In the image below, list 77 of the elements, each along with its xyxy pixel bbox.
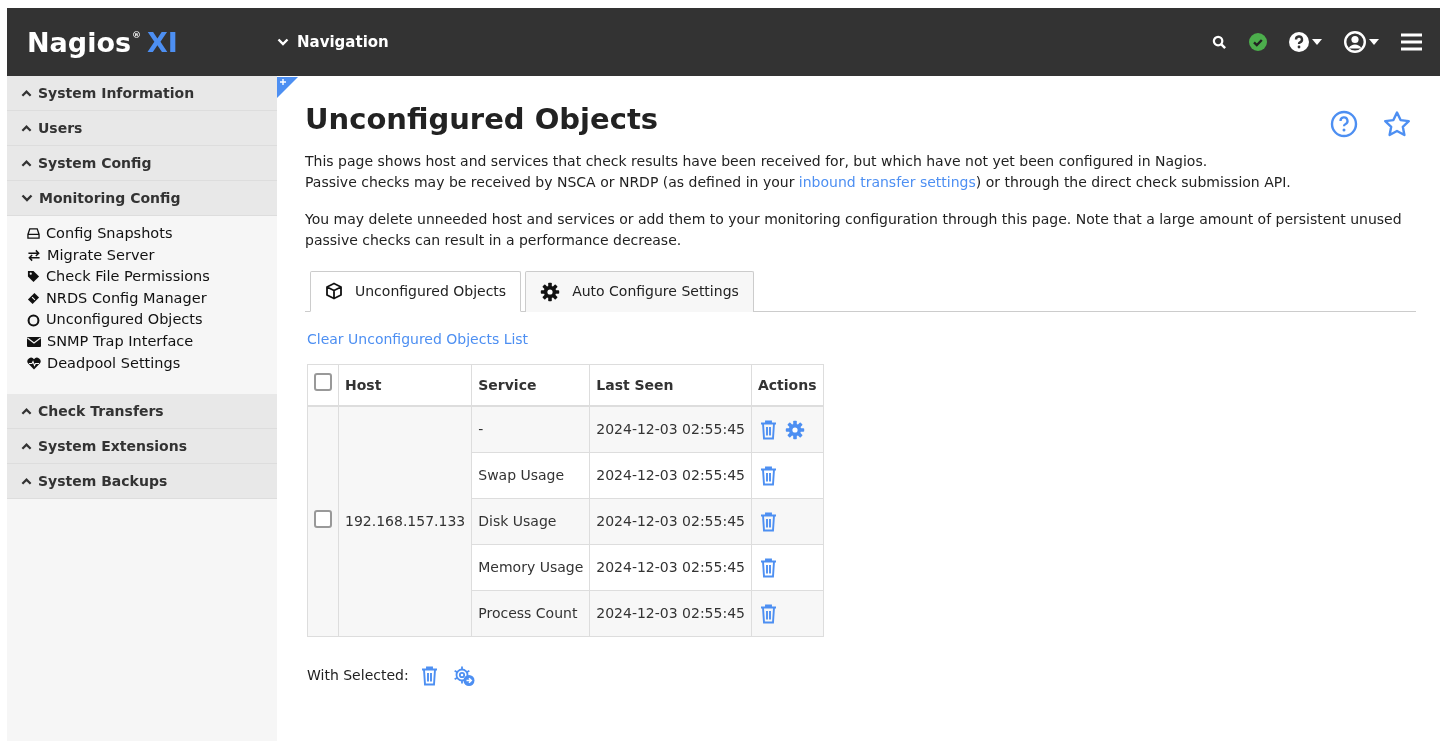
sidebar-section-header[interactable]: System Backups bbox=[7, 464, 277, 500]
ticket-icon bbox=[27, 292, 40, 306]
chevron-up-icon bbox=[21, 87, 32, 99]
tag-icon bbox=[27, 270, 40, 284]
sidebar-section-header[interactable]: System Information bbox=[7, 76, 277, 111]
sidebar-item[interactable]: NRDS Config Manager bbox=[27, 287, 277, 310]
caret-icon bbox=[1369, 39, 1379, 45]
sidebar-section-header[interactable]: Check Transfers bbox=[7, 394, 277, 430]
sidebar-section-header[interactable]: System Config bbox=[7, 146, 277, 181]
table-cell: Process Count bbox=[471, 590, 590, 637]
trash-icon bbox=[759, 420, 777, 441]
description-text: Passive checks may be received by NSCA or NRDP (as defined in your inbound transfer settings) or through the direct check submission API. bbox=[305, 172, 1292, 192]
chevron-up-icon bbox=[21, 157, 32, 169]
row-checkbox[interactable] bbox=[314, 509, 332, 528]
check-circle-icon[interactable] bbox=[1249, 33, 1267, 51]
description-text: This page shows host and services that check results have been received for, but which have not yet been configured in Nagios. bbox=[305, 151, 1209, 171]
sidebar-item[interactable]: Unconfigured Objects bbox=[27, 309, 277, 331]
envelope-icon bbox=[27, 335, 41, 348]
sidebar-section-header[interactable]: Monitoring Config bbox=[7, 181, 277, 216]
trash-icon bbox=[759, 465, 777, 486]
table-cell: 2024-12-03 02:55:45 bbox=[589, 406, 752, 453]
sidebar-section-header[interactable]: Users bbox=[7, 111, 277, 146]
note-text: You may delete unneeded host and services or add them to your monitoring configuration through this page. Note that a large amount of persistent unused passive checks can result in a performance decrease. bbox=[305, 209, 1403, 250]
chevron-down-icon bbox=[21, 192, 33, 204]
search-icon bbox=[1212, 34, 1227, 50]
table-cell: Disk Usage bbox=[471, 498, 590, 545]
gear-icon bbox=[540, 281, 561, 302]
chevron-up-icon bbox=[21, 440, 32, 452]
navigation-toggle[interactable]: Navigation bbox=[277, 30, 389, 54]
table-cell: 2024-12-03 02:55:45 bbox=[589, 544, 752, 591]
registered-mark: ® bbox=[132, 30, 142, 40]
tab[interactable]: Unconfigured Objects bbox=[310, 270, 522, 312]
table-cell: 192.168.157.133 bbox=[338, 406, 472, 637]
page-title: Unconfigured Objects bbox=[305, 102, 658, 137]
trash-icon bbox=[759, 603, 777, 624]
gear-icon bbox=[784, 420, 805, 441]
table-cell: Memory Usage bbox=[471, 544, 590, 591]
sidebar-section-header[interactable]: System Extensions bbox=[7, 429, 277, 465]
trash-icon bbox=[759, 557, 777, 578]
sidebar-item[interactable]: Config Snapshots bbox=[27, 223, 277, 245]
user-menu-button[interactable] bbox=[1344, 31, 1379, 53]
chevron-up-icon bbox=[21, 122, 32, 134]
table-cell: Swap Usage bbox=[471, 452, 590, 499]
table-cell: 2024-12-03 02:55:45 bbox=[589, 590, 752, 637]
chevron-up-icon bbox=[21, 475, 32, 487]
help-icon[interactable] bbox=[1330, 110, 1358, 139]
gear-arrow-icon bbox=[451, 664, 476, 687]
logo-suffix: XI bbox=[147, 28, 178, 56]
chevron-down-icon bbox=[277, 36, 289, 48]
select-all-checkbox[interactable] bbox=[314, 373, 332, 392]
add-corner-icon[interactable] bbox=[277, 76, 298, 98]
circle-icon bbox=[27, 313, 40, 327]
sidebar-item[interactable]: Deadpool Settings bbox=[27, 352, 277, 375]
swap-arrows-icon bbox=[27, 248, 41, 262]
table-cell: 2024-12-03 02:55:45 bbox=[589, 452, 752, 499]
help-icon bbox=[1289, 32, 1309, 52]
menu-icon bbox=[1401, 33, 1422, 51]
sidebar-item[interactable]: Migrate Server bbox=[27, 244, 277, 267]
star-icon[interactable] bbox=[1382, 110, 1412, 139]
tab[interactable]: Auto Configure Settings bbox=[525, 270, 754, 312]
table-cell: - bbox=[471, 406, 590, 453]
logo-text: Nagios bbox=[27, 28, 132, 56]
caret-icon bbox=[1312, 39, 1322, 45]
search-button[interactable] bbox=[1212, 34, 1227, 50]
chevron-up-icon bbox=[21, 405, 32, 417]
help-menu-button[interactable] bbox=[1289, 32, 1322, 52]
trash-icon bbox=[759, 511, 777, 532]
sidebar-item[interactable]: SNMP Trap Interface bbox=[27, 330, 277, 353]
trash-icon bbox=[420, 666, 438, 687]
table-cell: 2024-12-03 02:55:45 bbox=[589, 498, 752, 545]
heartbeat-icon bbox=[27, 356, 41, 370]
drive-icon bbox=[27, 227, 40, 241]
sidebar-item[interactable]: Check File Permissions bbox=[27, 266, 277, 288]
menu-button[interactable] bbox=[1401, 33, 1422, 51]
user-icon bbox=[1344, 31, 1366, 53]
cube-icon bbox=[325, 282, 343, 301]
with-selected-label: With Selected: bbox=[307, 666, 409, 686]
